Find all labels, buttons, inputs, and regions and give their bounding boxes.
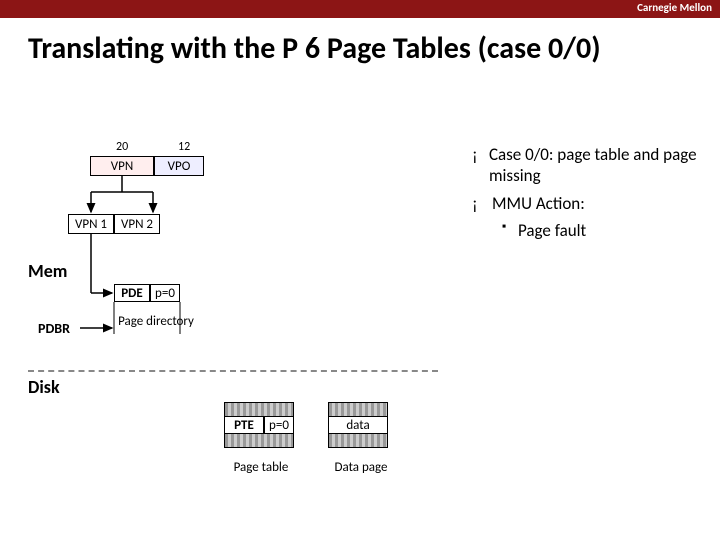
sub-bullet-1-text: Page fault [518, 220, 586, 241]
data-box: data [328, 416, 388, 434]
bullet-mark: ¡ [472, 144, 489, 187]
bullet-1-text: Case 0/0: page table and page missing [489, 144, 712, 187]
vpn-bits: 20 [116, 140, 128, 154]
topbar: Carnegie Mellon [0, 0, 720, 18]
datapage-label: Data page [326, 460, 396, 475]
pt-bot [224, 434, 294, 448]
pagedir-label: Page directory [118, 315, 194, 329]
vpn1-box: VPN 1 [68, 214, 114, 234]
mem-disk-divider [28, 370, 438, 372]
vpo-box: VPO [154, 156, 204, 176]
brand-text: Carnegie Mellon [637, 1, 712, 14]
pte-box: PTE [224, 416, 264, 434]
bullet-list: ¡ Case 0/0: page table and page missing … [472, 144, 712, 241]
square-mark: ▪ [502, 220, 518, 241]
dp-bot [328, 434, 388, 448]
bullet-2-text: MMU Action: [492, 193, 585, 214]
vpo-bits: 12 [178, 140, 190, 154]
page-title: Translating with the P 6 Page Tables (ca… [28, 32, 700, 65]
bullet-1: ¡ Case 0/0: page table and page missing [472, 144, 712, 187]
vpn-box: VPN [90, 156, 154, 176]
pdbr-label: PDBR [38, 320, 70, 337]
vpn2-box: VPN 2 [114, 214, 160, 234]
pde-p-box: p=0 [150, 284, 180, 302]
pte-p-box: p=0 [264, 416, 294, 434]
bullet-2: ¡ MMU Action: [472, 193, 712, 214]
disk-label: Disk [28, 376, 60, 398]
mem-label: Mem [28, 260, 67, 282]
dp-top [328, 402, 388, 416]
diagram-area: 20 12 VPN VPO VPN 1 VPN 2 Mem PDE p=0 PD… [28, 140, 468, 530]
sub-bullet-1: ▪ Page fault [502, 220, 712, 241]
pt-top [224, 402, 294, 416]
bullet-mark: ¡ [472, 193, 492, 214]
pagetable-label: Page table [226, 460, 296, 475]
pde-box: PDE [114, 284, 150, 302]
